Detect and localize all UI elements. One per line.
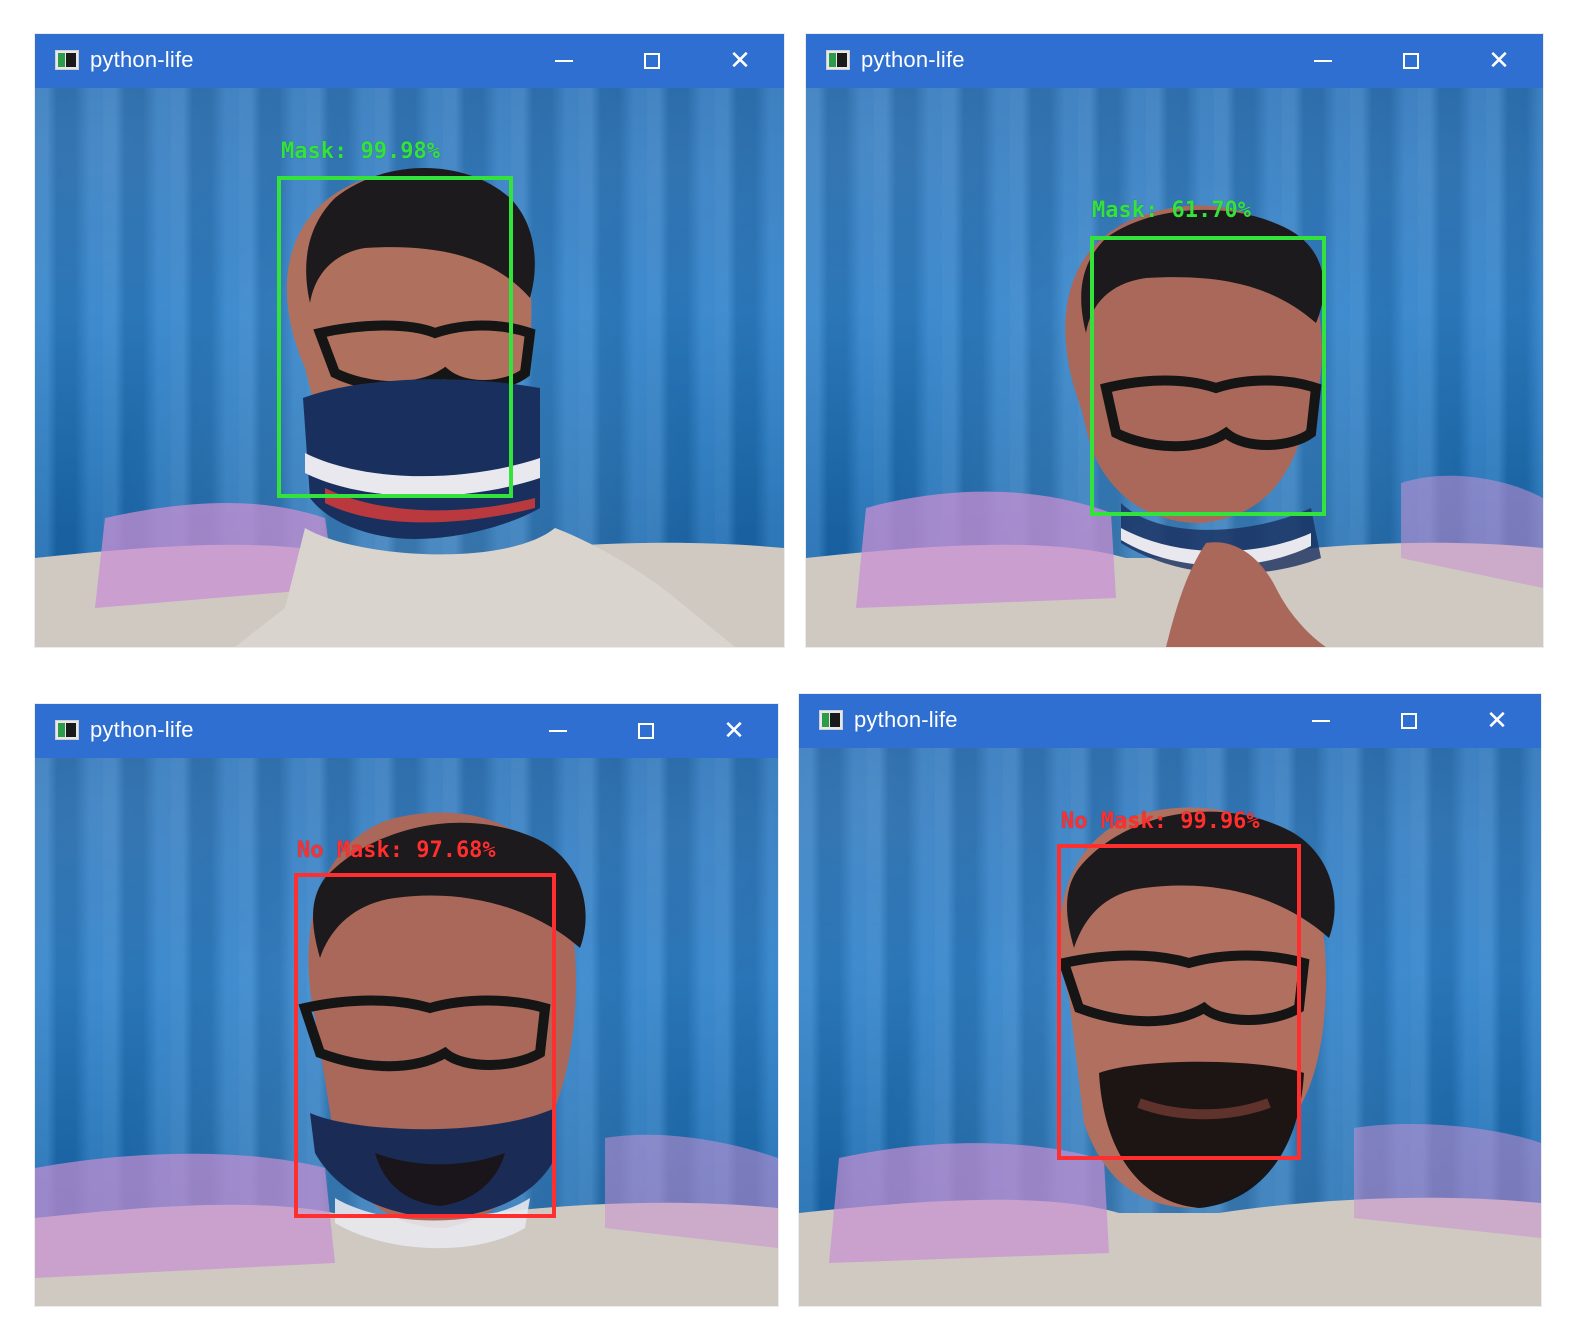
window-title: python-life <box>90 47 194 72</box>
detection-label: No Mask: 99.96% <box>1061 809 1260 834</box>
detection-label: Mask: 99.98% <box>281 139 440 164</box>
close-button[interactable]: ✕ <box>1453 694 1541 748</box>
face-bounding-box <box>277 176 513 498</box>
maximize-button[interactable] <box>1365 694 1453 748</box>
close-button[interactable]: ✕ <box>696 34 784 88</box>
face-bounding-box <box>1090 236 1326 516</box>
close-icon: ✕ <box>723 716 745 746</box>
window-title: python-life <box>90 717 194 742</box>
app-icon <box>55 50 79 70</box>
close-button[interactable]: ✕ <box>1455 34 1543 88</box>
maximize-icon <box>1401 713 1417 729</box>
app-icon <box>55 720 79 740</box>
maximize-button[interactable] <box>608 34 696 88</box>
window-titlebar[interactable]: python-life ✕ <box>799 694 1541 748</box>
close-button[interactable]: ✕ <box>690 704 778 758</box>
detection-label: No Mask: 97.68% <box>297 838 496 863</box>
maximize-button[interactable] <box>1367 34 1455 88</box>
maximize-icon <box>1403 53 1419 69</box>
close-icon: ✕ <box>729 46 751 76</box>
close-icon: ✕ <box>1488 46 1510 76</box>
minimize-button[interactable] <box>520 34 608 88</box>
minimize-button[interactable] <box>1279 34 1367 88</box>
detection-label: Mask: 61.70% <box>1092 198 1251 223</box>
minimize-button[interactable] <box>1277 694 1365 748</box>
camera-window-1: python-life ✕ Mask: 99.98% <box>35 34 784 647</box>
maximize-icon <box>638 723 654 739</box>
window-title: python-life <box>854 707 958 732</box>
minimize-icon <box>555 60 573 62</box>
maximize-icon <box>644 53 660 69</box>
window-titlebar[interactable]: python-life ✕ <box>806 34 1543 88</box>
app-icon <box>819 710 843 730</box>
face-bounding-box <box>294 873 556 1218</box>
face-bounding-box <box>1057 844 1301 1160</box>
minimize-icon <box>1312 720 1330 722</box>
camera-feed: Mask: 61.70% <box>806 88 1543 647</box>
camera-feed: No Mask: 99.96% <box>799 748 1541 1306</box>
camera-window-4: python-life ✕ No Mask: 99.96% <box>799 694 1541 1306</box>
window-titlebar[interactable]: python-life ✕ <box>35 704 778 758</box>
camera-feed: No Mask: 97.68% <box>35 758 778 1306</box>
app-icon <box>826 50 850 70</box>
close-icon: ✕ <box>1486 706 1508 736</box>
minimize-icon <box>1314 60 1332 62</box>
window-titlebar[interactable]: python-life ✕ <box>35 34 784 88</box>
minimize-button[interactable] <box>514 704 602 758</box>
maximize-button[interactable] <box>602 704 690 758</box>
window-title: python-life <box>861 47 965 72</box>
camera-window-2: python-life ✕ Mask: 61.70% <box>806 34 1543 647</box>
camera-feed: Mask: 99.98% <box>35 88 784 647</box>
camera-window-3: python-life ✕ No Mask: 97.68% <box>35 704 778 1306</box>
minimize-icon <box>549 730 567 732</box>
